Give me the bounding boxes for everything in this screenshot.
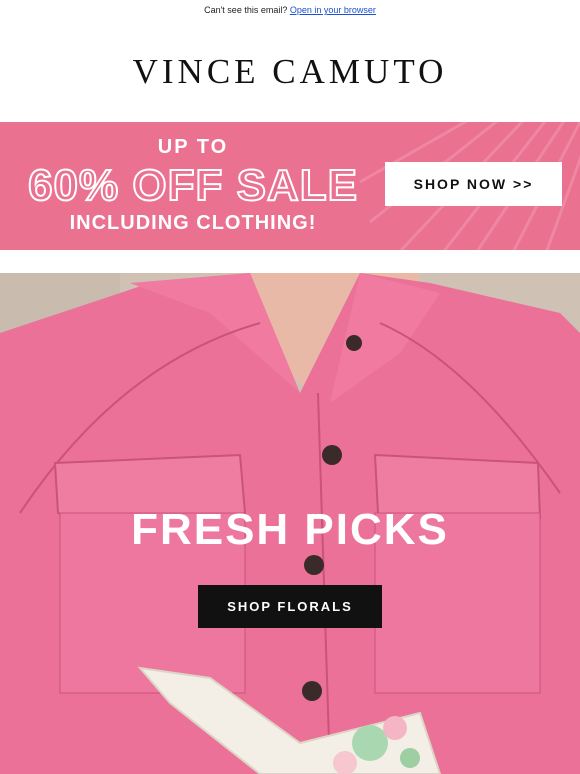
open-in-browser-link[interactable]: Open in your browser bbox=[290, 5, 376, 15]
sale-banner[interactable]: UP TO 60% OFF SALE INCLUDING CLOTHING! S… bbox=[0, 122, 580, 250]
sale-headline: 60% OFF SALE bbox=[27, 161, 358, 211]
preheader-text: Can't see this email? bbox=[204, 5, 288, 15]
brand-logo[interactable]: VINCE CAMUTO bbox=[0, 52, 580, 92]
hero-headline: FRESH PICKS bbox=[131, 505, 449, 554]
shop-now-button[interactable]: SHOP NOW >> bbox=[385, 162, 562, 206]
shop-florals-button[interactable]: SHOP FLORALS bbox=[198, 585, 382, 628]
preheader: Can't see this email? Open in your brows… bbox=[0, 0, 580, 20]
sale-subline: INCLUDING CLOTHING! bbox=[69, 212, 317, 234]
sale-line-up-to: UP TO bbox=[157, 136, 229, 158]
hero-image[interactable]: FRESH PICKS SHOP FLORALS bbox=[0, 273, 580, 774]
